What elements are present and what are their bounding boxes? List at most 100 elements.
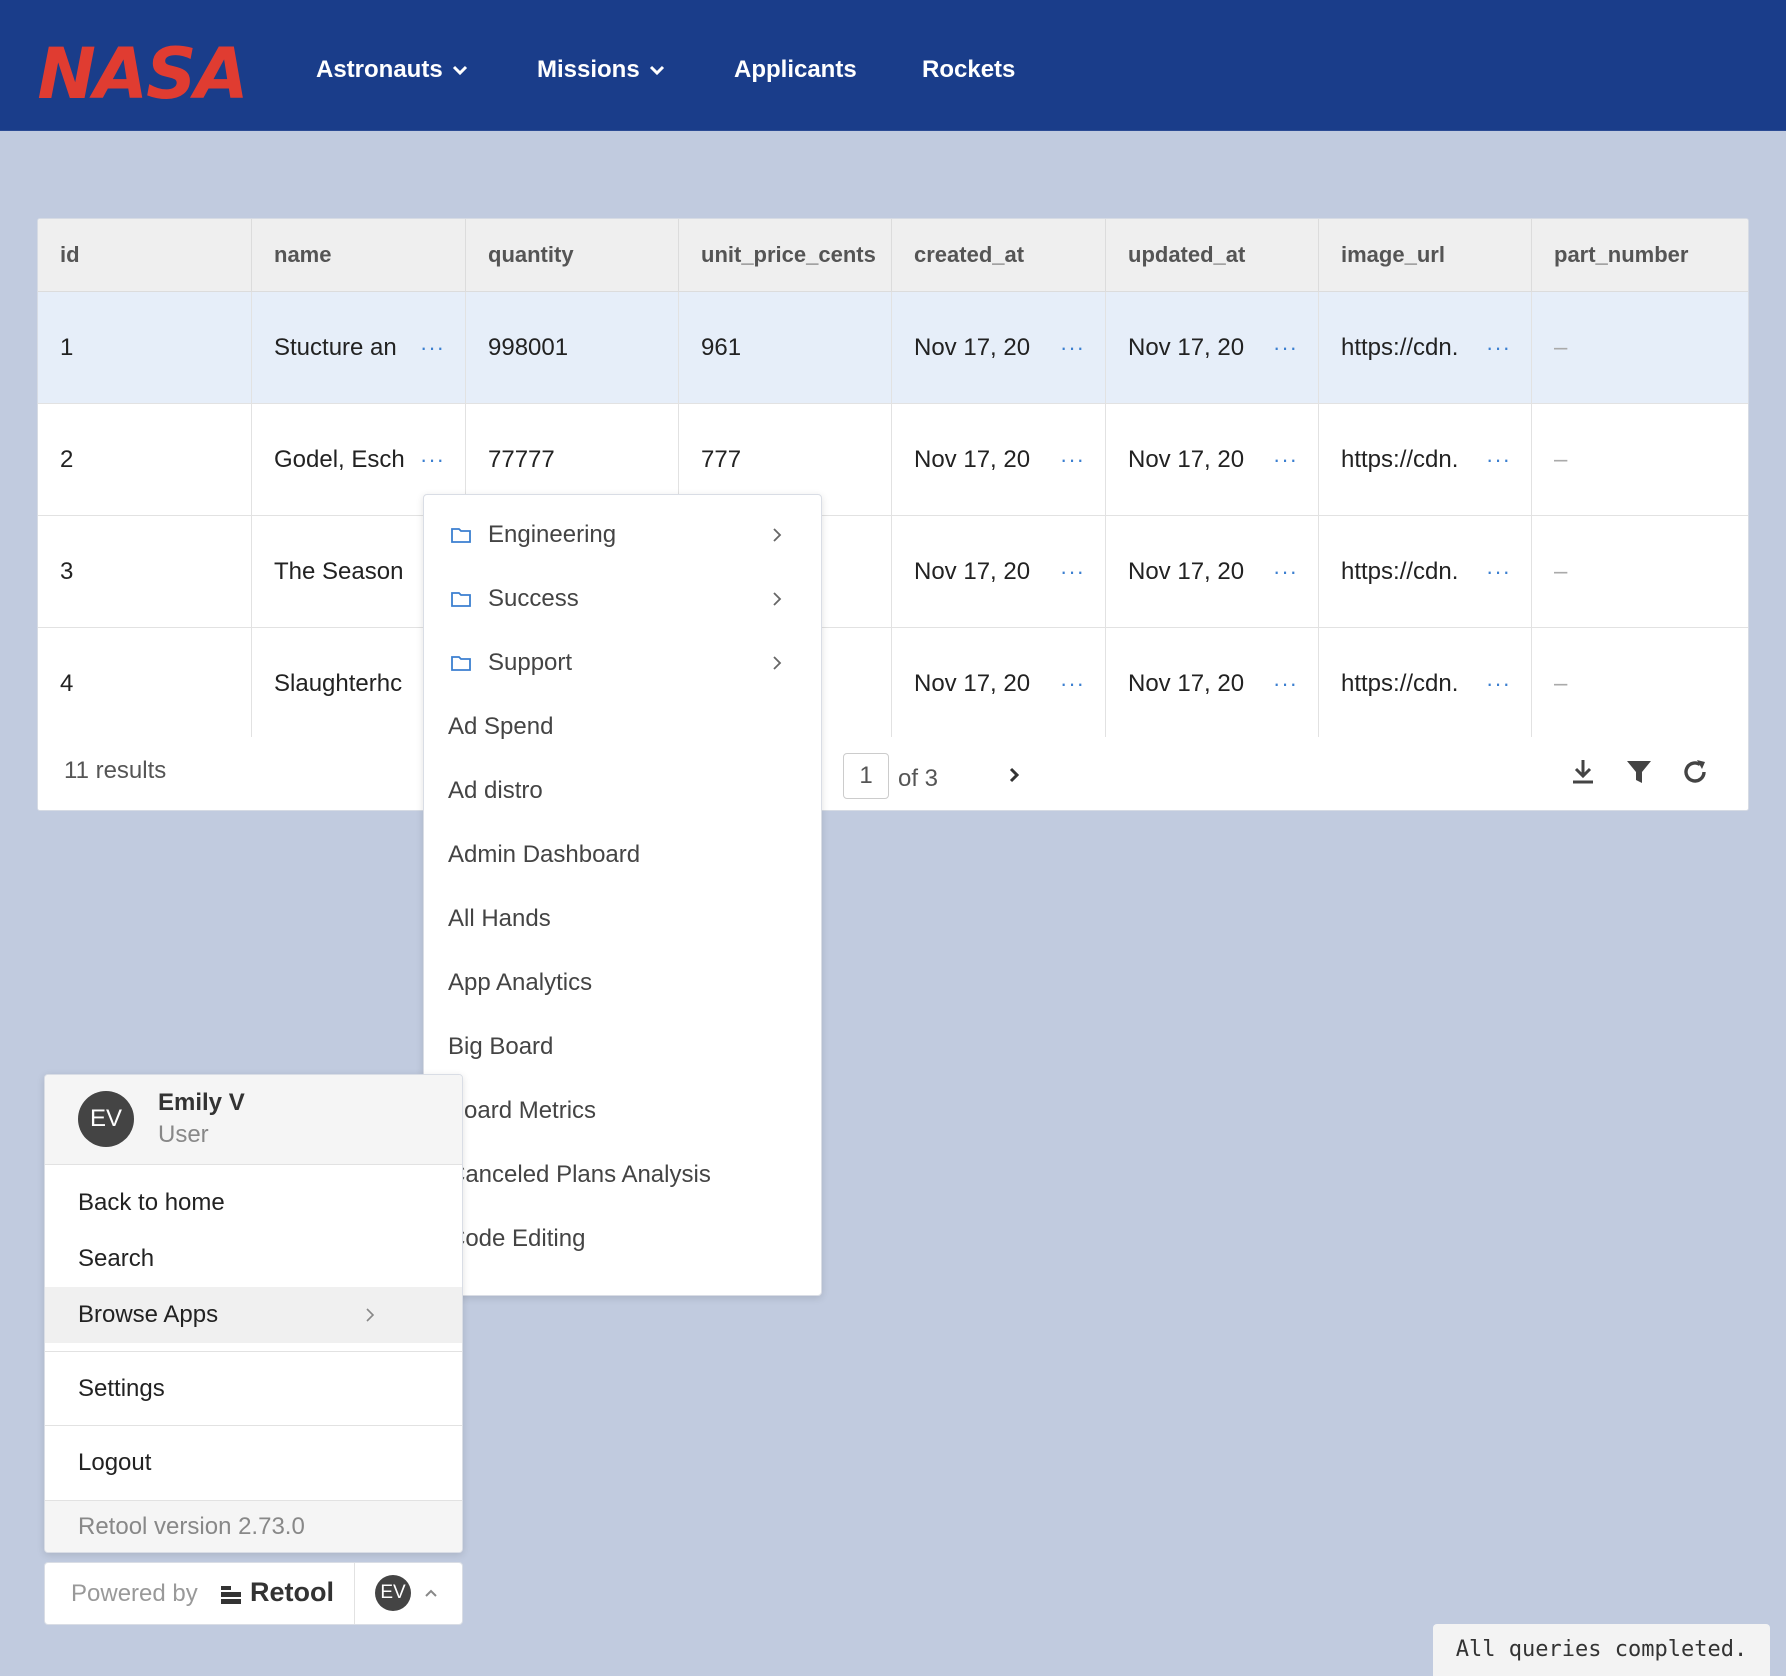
menu-back-to-home[interactable]: Back to home [45,1175,462,1231]
cell-created-at[interactable]: Nov 17, 20 ··· [892,404,1106,515]
column-header-id[interactable]: id [38,219,252,291]
more-icon[interactable]: ··· [1273,516,1298,627]
user-name: Emily V [158,1089,245,1116]
table-row[interactable]: 1 Stucture an ··· 998001 961 Nov 17, 20 ··… [38,292,1748,404]
folder-item-success[interactable]: Success [424,567,821,631]
refresh-icon[interactable] [1680,757,1710,787]
menu-browse-apps[interactable]: Browse Apps [45,1287,462,1343]
app-item[interactable]: App Analytics [424,951,821,1015]
nav-applicants[interactable]: Applicants [734,56,857,84]
app-item[interactable]: Board Metrics [424,1079,821,1143]
cell-text: Nov 17, 20 [1128,334,1245,361]
cell-part-number[interactable]: – [1532,516,1748,627]
more-icon[interactable]: ··· [1060,292,1085,403]
more-icon[interactable]: ··· [1486,404,1511,515]
column-header-name[interactable]: name [252,219,466,291]
more-icon[interactable]: ··· [1486,516,1511,627]
column-header-part-number[interactable]: part_number [1532,219,1748,291]
table-row[interactable]: 3 The Season Nov 17, 20 ··· Nov 17, 20 ···… [38,516,1748,628]
chevron-up-icon[interactable] [423,1585,439,1601]
app-item[interactable]: Canceled Plans Analysis [424,1143,821,1207]
chevron-right-icon [773,656,782,670]
page-number-input[interactable]: 1 [843,753,889,799]
more-icon[interactable]: ··· [420,292,445,403]
retool-brand[interactable]: Retool [250,1577,334,1608]
more-icon[interactable]: ··· [1486,628,1511,739]
column-header-image-url[interactable]: image_url [1319,219,1532,291]
more-icon[interactable]: ··· [1060,516,1085,627]
more-icon[interactable]: ··· [1273,292,1298,403]
more-icon[interactable]: ··· [1060,404,1085,515]
cell-image-url[interactable]: https://cdn. ··· [1319,292,1532,403]
nav-applicants-label: Applicants [734,56,857,83]
cell-text: Stucture an [274,334,397,361]
cell-id[interactable]: 2 [38,404,252,515]
avatar-button[interactable]: EV [375,1575,411,1611]
cell-text: Nov 17, 20 [914,446,1031,473]
cell-image-url[interactable]: https://cdn. ··· [1319,404,1532,515]
nav-rockets[interactable]: Rockets [922,56,1015,84]
nav-missions[interactable]: Missions [537,56,666,84]
more-icon[interactable]: ··· [1273,404,1298,515]
powered-by-label: Powered by [71,1580,198,1607]
chevron-down-icon [452,65,467,76]
nav-astronauts-label: Astronauts [316,56,443,83]
cell-id[interactable]: 3 [38,516,252,627]
folder-label: Engineering [488,521,617,548]
cell-part-number[interactable]: – [1532,404,1748,515]
app-item[interactable]: Admin Dashboard [424,823,821,887]
next-page-icon[interactable] [1006,763,1024,787]
cell-updated-at[interactable]: Nov 17, 20 ··· [1106,404,1319,515]
cell-text: Nov 17, 20 [914,670,1031,697]
column-header-updated-at[interactable]: updated_at [1106,219,1319,291]
cell-created-at[interactable]: Nov 17, 20 ··· [892,292,1106,403]
cell-text: Godel, Esch [274,446,405,473]
folder-icon [451,656,471,671]
user-profile-header: EV Emily V User [45,1075,462,1165]
nav-rockets-label: Rockets [922,56,1016,83]
cell-quantity[interactable]: 998001 [466,292,679,403]
nasa-logo[interactable]: NASA [34,38,250,106]
menu-settings[interactable]: Settings [45,1352,462,1425]
table-row[interactable]: 4 Slaughterhc Nov 17, 20 ··· Nov 17, 20 ··… [38,628,1748,740]
column-header-unit-price[interactable]: unit_price_cents [679,219,892,291]
cell-text: Slaughterhc [274,670,403,697]
app-item[interactable]: Code Editing [424,1207,821,1271]
folder-item-engineering[interactable]: Engineering [424,503,821,567]
cell-id[interactable]: 1 [38,292,252,403]
app-item[interactable]: Ad distro [424,759,821,823]
cell-unit-price[interactable]: 961 [679,292,892,403]
more-icon[interactable]: ··· [1486,292,1511,403]
app-item[interactable]: Ad Spend [424,695,821,759]
chevron-right-icon [366,1308,375,1322]
cell-created-at[interactable]: Nov 17, 20 ··· [892,628,1106,739]
cell-updated-at[interactable]: Nov 17, 20 ··· [1106,292,1319,403]
cell-image-url[interactable]: https://cdn. ··· [1319,628,1532,739]
app-item[interactable]: Big Board [424,1015,821,1079]
table-row[interactable]: 2 Godel, Esch ··· 77777 777 Nov 17, 20 ···… [38,404,1748,516]
nav-astronauts[interactable]: Astronauts [316,56,469,84]
folder-item-support[interactable]: Support [424,631,821,695]
chevron-right-icon [773,528,782,542]
cell-id[interactable]: 4 [38,628,252,739]
cell-part-number[interactable]: – [1532,628,1748,739]
more-icon[interactable]: ··· [1060,628,1085,739]
menu-search[interactable]: Search [45,1231,462,1287]
cell-image-url[interactable]: https://cdn. ··· [1319,516,1532,627]
user-menu: EV Emily V User Back to home Search Brow… [44,1074,463,1553]
cell-part-number[interactable]: – [1532,292,1748,403]
filter-icon[interactable] [1624,757,1654,787]
more-icon[interactable]: ··· [1273,628,1298,739]
cell-text: Nov 17, 20 [1128,670,1245,697]
cell-updated-at[interactable]: Nov 17, 20 ··· [1106,628,1319,739]
query-status-toast: All queries completed. [1433,1624,1770,1676]
cell-name[interactable]: Stucture an ··· [252,292,466,403]
column-header-quantity[interactable]: quantity [466,219,679,291]
column-header-created-at[interactable]: created_at [892,219,1106,291]
cell-created-at[interactable]: Nov 17, 20 ··· [892,516,1106,627]
menu-logout[interactable]: Logout [45,1426,462,1499]
cell-updated-at[interactable]: Nov 17, 20 ··· [1106,516,1319,627]
download-icon[interactable] [1568,757,1598,787]
app-item[interactable]: All Hands [424,887,821,951]
divider [354,1563,355,1624]
